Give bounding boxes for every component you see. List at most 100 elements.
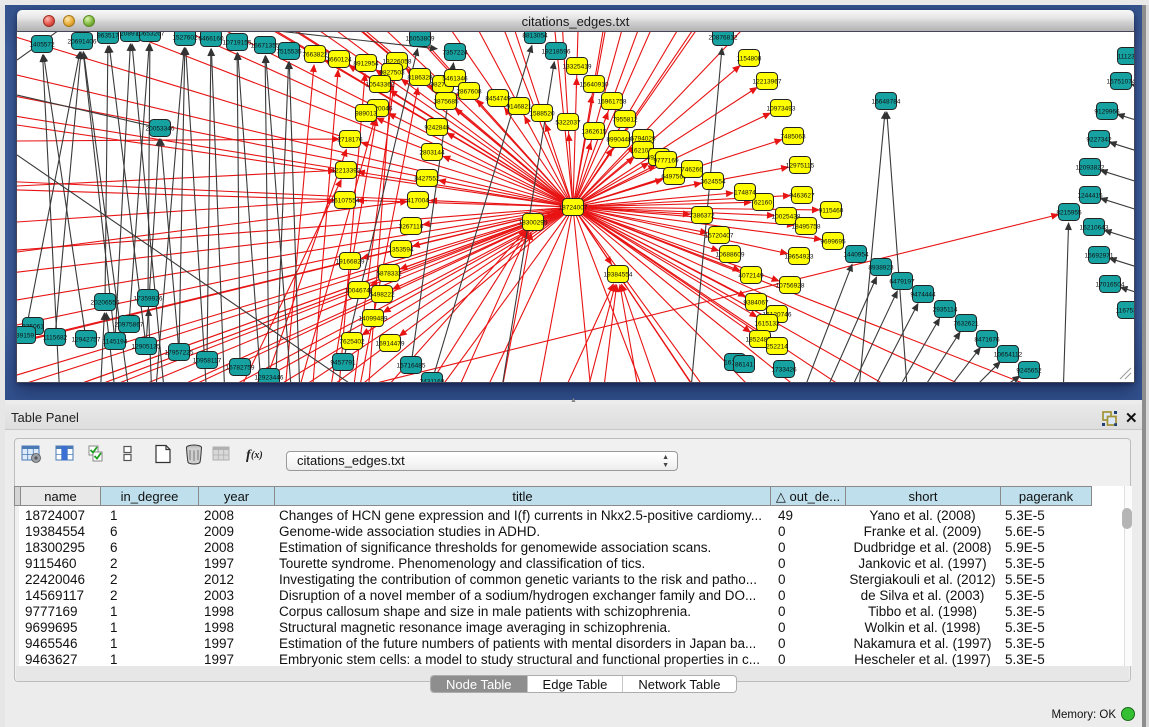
svg-text:9146821: 9146821	[506, 104, 532, 111]
svg-text:7485063: 7485063	[780, 134, 806, 141]
svg-text:18724007: 18724007	[559, 205, 588, 212]
svg-text:746266: 746266	[681, 167, 703, 174]
svg-text:5461346: 5461346	[442, 76, 468, 83]
svg-text:18495758: 18495758	[792, 224, 821, 231]
svg-text:1167534: 1167534	[1116, 308, 1134, 315]
svg-text:8186328: 8186328	[407, 75, 433, 82]
svg-text:1733426: 1733426	[771, 367, 797, 374]
svg-text:10653267: 10653267	[136, 32, 165, 38]
svg-text:1405572: 1405572	[29, 42, 55, 49]
svg-text:5878332: 5878332	[376, 271, 402, 278]
svg-text:20876812: 20876812	[709, 35, 738, 42]
svg-text:86141: 86141	[735, 362, 753, 369]
svg-text:2718176: 2718176	[337, 137, 363, 144]
svg-text:8215955: 8215955	[1056, 210, 1082, 217]
svg-text:9384067: 9384067	[743, 300, 769, 307]
svg-text:1362615: 1362615	[581, 129, 607, 136]
svg-text:12905135: 12905135	[132, 344, 161, 351]
svg-text:7386372: 7386372	[689, 213, 715, 220]
svg-text:7625402: 7625402	[339, 339, 365, 346]
svg-text:19654923: 19654923	[785, 254, 814, 261]
svg-text:4072149: 4072149	[738, 273, 764, 280]
svg-text:7357224: 7357224	[442, 50, 468, 57]
svg-text:9777169: 9777169	[653, 158, 679, 165]
svg-text:8454749: 8454749	[485, 96, 511, 103]
svg-text:9463627: 9463627	[789, 193, 815, 200]
svg-text:174874: 174874	[734, 190, 756, 197]
svg-text:12093822: 12093822	[1076, 165, 1105, 172]
svg-text:9245652: 9245652	[1016, 368, 1042, 375]
svg-text:8471676: 8471676	[974, 337, 1000, 344]
svg-text:16053809: 16053809	[406, 36, 435, 43]
svg-text:2431168: 2431168	[420, 379, 445, 383]
svg-text:9129966: 9129966	[1094, 109, 1120, 116]
svg-text:17359926: 17359926	[134, 296, 163, 303]
svg-text:10654112: 10654112	[994, 352, 1023, 359]
svg-text:12975115: 12975115	[786, 163, 815, 170]
svg-text:8938923: 8938923	[868, 265, 894, 272]
svg-text:8990448: 8990448	[606, 137, 632, 144]
svg-text:9242848: 9242848	[424, 125, 450, 132]
svg-text:20691406: 20691406	[68, 39, 97, 46]
svg-text:1440954: 1440954	[843, 252, 869, 259]
svg-text:252214: 252214	[766, 344, 788, 351]
svg-text:18300295: 18300295	[519, 220, 548, 227]
svg-text:39159: 39159	[17, 333, 34, 340]
svg-text:5322037: 5322037	[555, 120, 581, 127]
svg-text:1154808: 1154808	[737, 56, 762, 63]
svg-text:17957225: 17957225	[165, 350, 194, 357]
svg-text:2867608: 2867608	[456, 89, 482, 96]
svg-text:15751074: 15751074	[1107, 79, 1134, 86]
svg-text:1615132: 1615132	[754, 321, 780, 328]
svg-text:15640910: 15640910	[580, 82, 609, 89]
svg-text:8912954: 8912954	[353, 61, 379, 68]
svg-text:5498222: 5498222	[369, 292, 395, 299]
svg-text:12213967: 12213967	[753, 79, 782, 86]
svg-text:10688609: 10688609	[716, 252, 745, 259]
svg-text:(x): (x)	[251, 450, 263, 461]
svg-text:20053346: 20053346	[146, 126, 175, 133]
svg-text:963517: 963517	[97, 33, 119, 40]
svg-text:7515535: 7515535	[276, 49, 302, 56]
svg-text:16782759: 16782759	[226, 365, 255, 372]
svg-text:20206556: 20206556	[91, 300, 120, 307]
svg-text:16648784: 16648784	[872, 99, 901, 106]
svg-text:14099489: 14099489	[359, 316, 388, 323]
svg-text:7632621: 7632621	[953, 321, 979, 328]
svg-text:12213393: 12213393	[332, 168, 361, 175]
svg-text:15720407: 15720407	[705, 233, 734, 240]
svg-text:8427552: 8427552	[414, 176, 440, 183]
svg-text:19384554: 19384554	[604, 272, 633, 279]
svg-text:1115682: 1115682	[43, 335, 68, 342]
svg-text:13325419: 13325419	[563, 64, 592, 71]
svg-text:9227342: 9227342	[1086, 137, 1112, 144]
svg-text:10958117: 10958117	[193, 358, 222, 365]
svg-text:111234: 111234	[1118, 54, 1134, 61]
svg-text:17016504: 17016504	[1096, 282, 1125, 289]
svg-text:16210643: 16210643	[1080, 225, 1109, 232]
svg-text:10756928: 10756928	[776, 283, 805, 290]
svg-text:7663822: 7663822	[302, 52, 328, 59]
svg-text:16107554: 16107554	[331, 198, 360, 205]
svg-text:15692971: 15692971	[1085, 253, 1114, 260]
svg-text:19166829: 19166829	[336, 259, 365, 266]
svg-text:20975867: 20975867	[115, 322, 144, 329]
svg-text:10973493: 10973493	[767, 106, 796, 113]
svg-text:9457791: 9457791	[330, 360, 356, 367]
svg-text:15716485: 15716485	[397, 363, 426, 370]
svg-text:9474444: 9474444	[910, 292, 936, 299]
svg-text:6466160: 6466160	[198, 36, 224, 43]
svg-text:989013: 989013	[355, 111, 377, 118]
svg-text:7955812: 7955812	[612, 117, 638, 124]
svg-text:2935114: 2935114	[933, 307, 958, 314]
svg-text:9699695: 9699695	[820, 239, 846, 246]
svg-text:8813054: 8813054	[522, 33, 548, 40]
svg-text:417004: 417004	[407, 198, 429, 205]
svg-text:3624554: 3624554	[700, 179, 726, 186]
svg-text:1145194: 1145194	[103, 339, 128, 346]
svg-text:6479197: 6479197	[889, 279, 915, 286]
svg-text:3875685: 3875685	[433, 99, 459, 106]
svg-text:3267110: 3267110	[399, 224, 424, 231]
svg-text:12923446: 12923446	[255, 375, 284, 382]
svg-text:1527602: 1527602	[172, 35, 198, 42]
